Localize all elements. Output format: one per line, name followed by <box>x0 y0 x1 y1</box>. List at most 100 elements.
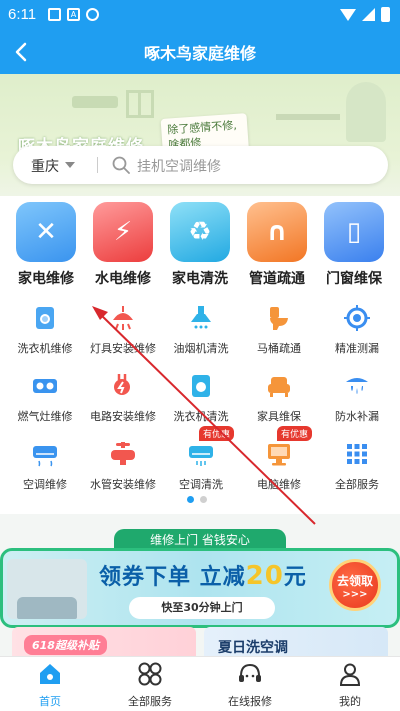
service-ac-cleaning[interactable]: 有优惠 空调清洗 <box>161 426 241 492</box>
service-label: 电脑维修 <box>257 478 301 491</box>
category-pipe-unclog[interactable]: ∩ 管道疏通 <box>241 202 313 288</box>
service-washer-cleaning[interactable]: 洗衣机清洗 <box>161 372 241 424</box>
promo-subtitle: 快至30分钟上门 <box>129 597 275 619</box>
category-label: 家电维修 <box>18 271 74 287</box>
gas-stove-icon <box>31 372 59 400</box>
category-appliance-cleaning[interactable]: ♻ 家电清洗 <box>164 202 236 288</box>
nav-profile[interactable]: 我的 <box>310 661 390 709</box>
service-label: 灯具安装维修 <box>90 342 156 355</box>
service-range-hood-cleaning[interactable]: 油烟机清洗 <box>161 304 241 356</box>
headset-icon <box>237 661 263 687</box>
air-conditioner-illustration <box>72 96 118 108</box>
service-toilet-unclog[interactable]: 马桶疏通 <box>239 304 319 356</box>
category-appliance-repair[interactable]: ✕ 家电维修 <box>10 202 82 288</box>
wifi-icon <box>340 8 356 21</box>
toolbox-icon: ✕ <box>16 202 76 262</box>
waterproof-icon <box>343 372 371 400</box>
search-input[interactable]: 挂机空调维修 <box>137 156 221 176</box>
nav-home[interactable]: 首页 <box>10 661 90 709</box>
card-summer-ac-cleaning[interactable]: 夏日洗空调 <box>204 627 388 657</box>
pager-dot-active[interactable] <box>187 496 194 503</box>
status-time: 6:11 <box>8 6 37 23</box>
ac-clean-icon <box>187 440 215 468</box>
status-bar: 6:11 A <box>0 0 400 30</box>
service-label: 油烟机清洗 <box>173 342 229 355</box>
service-label: 洗衣机维修 <box>17 342 73 355</box>
service-label: 防水补漏 <box>335 410 379 423</box>
category-label: 家电清洗 <box>172 271 228 287</box>
service-label: 电路安装维修 <box>90 410 156 423</box>
category-plumbing-electric[interactable]: ⚡ 水电维修 <box>87 202 159 288</box>
door-icon: ▯ <box>324 202 384 262</box>
toilet-icon <box>265 304 293 332</box>
image-notification-icon <box>48 8 61 21</box>
card-summer-label: 夏日洗空调 <box>218 640 288 656</box>
city-selector[interactable]: 重庆 <box>31 156 59 176</box>
claim-coupon-button[interactable]: 去领取 >>> <box>329 559 381 611</box>
caret-down-icon[interactable] <box>65 162 75 168</box>
nav-label: 全部服务 <box>128 695 172 708</box>
signal-icon <box>362 8 375 21</box>
water-drop-icon: ⚡ <box>93 202 153 262</box>
claim-arrows: >>> <box>342 589 368 600</box>
claim-label: 去领取 <box>336 574 373 588</box>
service-label: 空调清洗 <box>179 478 223 491</box>
promo-headline-text: 领券下单 立减 <box>99 565 246 590</box>
grid-icon <box>343 440 371 468</box>
notification-icons: A <box>48 8 99 21</box>
lamp-icon <box>109 304 137 332</box>
bottom-nav: 首页 全部服务 在线报修 我的 <box>0 656 400 711</box>
window-illustration <box>126 90 154 118</box>
service-waterproofing[interactable]: 防水补漏 <box>317 372 397 424</box>
leak-detect-icon <box>343 304 371 332</box>
discount-badge: 有优惠 <box>277 426 313 441</box>
washing-machine-icon <box>31 304 59 332</box>
service-label: 洗衣机清洗 <box>173 410 229 423</box>
search-icon <box>112 156 130 174</box>
service-all-services[interactable]: 全部服务 <box>317 440 397 492</box>
faucet-icon <box>109 440 137 468</box>
search-divider <box>97 157 98 173</box>
a-notification-icon: A <box>67 8 80 21</box>
service-label: 全部服务 <box>335 478 379 491</box>
all-services-icon <box>137 661 163 687</box>
nav-label: 在线报修 <box>228 695 272 708</box>
coupon-banner[interactable]: 领券下单 立减20元 快至30分钟上门 去领取 >>> <box>0 548 400 628</box>
service-ac-repair[interactable]: 空调维修 <box>5 440 85 492</box>
shelf-illustration <box>276 114 340 120</box>
nav-all-services[interactable]: 全部服务 <box>110 661 190 709</box>
card-618-label: 618超级补贴 <box>24 635 107 655</box>
service-label: 家具维保 <box>257 410 301 423</box>
service-leak-detection[interactable]: 精准测漏 <box>317 304 397 356</box>
hero-banner[interactable]: 啄木鸟家庭维修 除了感情不修,啥都修 <box>0 74 400 214</box>
battery-icon <box>381 7 390 22</box>
card-618-subsidy[interactable]: 618超级补贴 <box>12 627 196 657</box>
service-computer-repair[interactable]: 有优惠 电脑维修 <box>239 426 319 492</box>
pager-dot[interactable] <box>200 496 207 503</box>
service-water-pipe-install[interactable]: 水管安装维修 <box>83 440 163 492</box>
search-bar: 重庆 挂机空调维修 <box>13 146 388 184</box>
service-circuit-install[interactable]: 电路安装维修 <box>83 372 163 424</box>
service-gas-stove-repair[interactable]: 燃气灶维修 <box>5 372 85 424</box>
service-label: 燃气灶维修 <box>17 410 73 423</box>
service-label: 马桶疏通 <box>257 342 301 355</box>
app-header: 啄木鸟家庭维修 <box>0 30 400 74</box>
sofa-icon <box>265 372 293 400</box>
nav-label: 首页 <box>39 695 61 708</box>
category-door-window[interactable]: ▯ 门窗维保 <box>318 202 390 288</box>
cast-notification-icon <box>86 8 99 21</box>
service-lamp-install[interactable]: 灯具安装维修 <box>83 304 163 356</box>
washer-clean-icon <box>187 372 215 400</box>
nav-online-repair[interactable]: 在线报修 <box>210 661 290 709</box>
nav-label: 我的 <box>339 695 361 708</box>
service-label: 精准测漏 <box>335 342 379 355</box>
system-icons <box>340 7 390 22</box>
air-conditioner-icon <box>31 440 59 468</box>
service-label: 空调维修 <box>23 478 67 491</box>
service-washing-machine-repair[interactable]: 洗衣机维修 <box>5 304 85 356</box>
services-panel: ✕ 家电维修 ⚡ 水电维修 ♻ 家电清洗 ∩ 管道疏通 ▯ 门窗维保 洗衣机维修… <box>0 196 400 514</box>
spray-bottle-icon: ♻ <box>170 202 230 262</box>
pipe-icon: ∩ <box>247 202 307 262</box>
service-furniture-maintenance[interactable]: 家具维保 <box>239 372 319 424</box>
page-title: 啄木鸟家庭维修 <box>143 44 256 63</box>
